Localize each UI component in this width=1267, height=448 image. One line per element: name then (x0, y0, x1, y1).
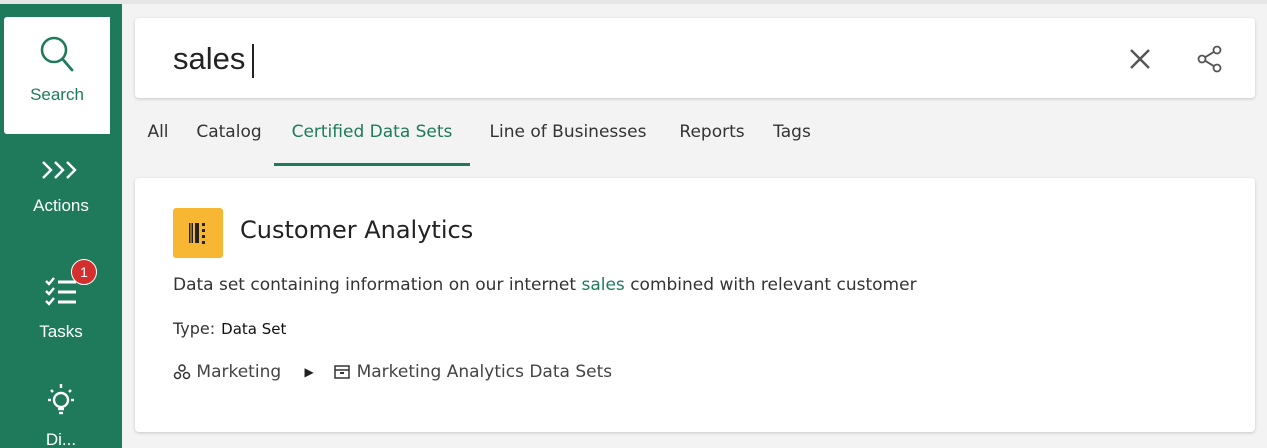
sidebar-item-label: Search (30, 85, 84, 104)
search-icon (40, 36, 74, 72)
sidebar-item-label: Di... (45, 430, 77, 448)
text-cursor (252, 44, 254, 78)
clear-search-button[interactable] (1125, 44, 1155, 74)
lightbulb-icon (48, 384, 74, 415)
result-breadcrumb: Marketing ▶ Marketing Analytics Data Set… (173, 362, 612, 382)
data-set-icon (173, 208, 223, 258)
sidebar-item-tasks[interactable]: Tasks (0, 274, 122, 354)
share-icon (1197, 45, 1222, 73)
sidebar-item-search[interactable]: Search (4, 17, 110, 134)
type-label: Type: (173, 319, 216, 338)
share-button[interactable] (1195, 44, 1225, 74)
search-input[interactable] (173, 38, 1073, 80)
description-text: Data set containing information on our i… (173, 275, 582, 295)
tab-all[interactable]: All (145, 110, 171, 163)
sidebar-item-label: Tasks (39, 322, 83, 341)
search-highlight: sales (581, 275, 625, 295)
breadcrumb-domain[interactable]: Marketing Analytics Data Sets (357, 362, 613, 382)
tab-line-of-businesses[interactable]: Line of Businesses (480, 110, 656, 163)
sidebar-item-discover[interactable]: Di... (0, 382, 122, 448)
community-icon (173, 364, 191, 380)
tasks-count-badge: 1 (71, 259, 97, 285)
tab-catalog[interactable]: Catalog (192, 110, 266, 163)
sidebar-item-label: Actions (33, 196, 89, 215)
search-bar (135, 18, 1255, 98)
sidebar: Search Actions Tasks 1 Di... (0, 4, 122, 448)
result-description: Data set containing information on our i… (173, 275, 917, 295)
breadcrumb-separator-icon: ▶ (304, 365, 314, 379)
chevrons-right-icon (42, 161, 77, 179)
close-icon (1130, 49, 1150, 69)
tab-certified-data-sets[interactable]: Certified Data Sets (274, 110, 470, 166)
type-value: Data Set (221, 320, 287, 338)
result-title[interactable]: Customer Analytics (240, 216, 473, 244)
tab-tags[interactable]: Tags (769, 110, 815, 163)
result-card[interactable]: Customer Analytics Data set containing i… (135, 178, 1255, 432)
sidebar-item-actions[interactable]: Actions (0, 159, 122, 239)
breadcrumb-community[interactable]: Marketing (196, 362, 281, 382)
description-text: combined with relevant customer (624, 275, 917, 295)
top-border (0, 0, 1267, 4)
result-type: Type: Data Set (173, 319, 286, 338)
tab-reports[interactable]: Reports (674, 110, 750, 163)
domain-icon (334, 365, 350, 379)
